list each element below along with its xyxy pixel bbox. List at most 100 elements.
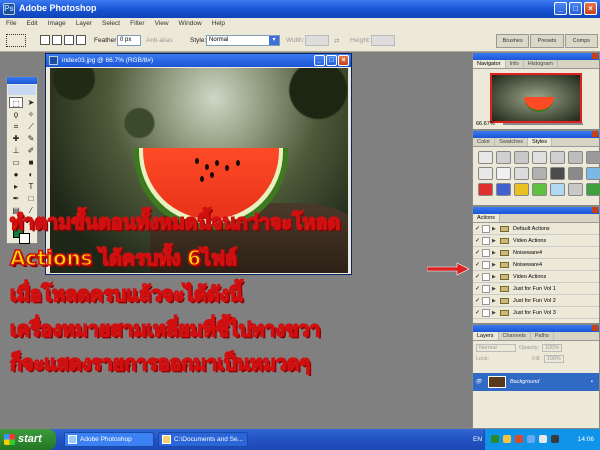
- style-swatch[interactable]: [568, 167, 583, 180]
- dialog-toggle-icon[interactable]: [482, 260, 490, 269]
- dialog-toggle-icon[interactable]: [482, 272, 490, 281]
- menu-select[interactable]: Select: [102, 18, 120, 30]
- navigator-preview[interactable]: [490, 73, 582, 123]
- adobe-online-icon[interactable]: [8, 85, 36, 95]
- action-set-row[interactable]: ✓ ▶ Video Actions: [473, 271, 599, 283]
- style-swatch[interactable]: [550, 167, 565, 180]
- style-swatch[interactable]: [514, 151, 529, 164]
- tab-navigator[interactable]: Navigator: [473, 60, 506, 68]
- shape-tool-icon[interactable]: □: [24, 193, 38, 204]
- marquee-preset-icon[interactable]: [6, 34, 26, 47]
- swap-icon[interactable]: ⇄: [334, 37, 339, 45]
- style-swatch[interactable]: [550, 151, 565, 164]
- layer-row-background[interactable]: 👁 Background ▪: [473, 373, 599, 391]
- action-set-row[interactable]: ✓ ▶ Noiseware4: [473, 247, 599, 259]
- tray-icon-volume[interactable]: [527, 435, 535, 443]
- action-set-row[interactable]: ✓ ▶ Just for Fun Vol 2: [473, 295, 599, 307]
- menu-window[interactable]: Window: [179, 18, 202, 30]
- style-swatch[interactable]: [568, 183, 583, 196]
- slice-tool-icon[interactable]: ⟋: [24, 121, 38, 132]
- feather-input[interactable]: 0 px: [117, 35, 141, 46]
- crop-tool-icon[interactable]: ⌗: [9, 121, 23, 132]
- doc-close-button[interactable]: ×: [338, 55, 349, 66]
- dodge-tool-icon[interactable]: ◐: [24, 169, 38, 180]
- tab-histogram[interactable]: Histogram: [524, 60, 558, 68]
- style-swatch[interactable]: [478, 167, 493, 180]
- gradient-tool-icon[interactable]: ■: [24, 157, 38, 168]
- expand-triangle-icon[interactable]: ▶: [492, 226, 500, 232]
- move-tool-icon[interactable]: ➤: [24, 97, 38, 108]
- close-icon[interactable]: [592, 207, 598, 213]
- new-selection-icon[interactable]: [40, 35, 50, 45]
- menu-filter[interactable]: Filter: [130, 18, 144, 30]
- expand-triangle-icon[interactable]: ▶: [492, 286, 500, 292]
- width-input[interactable]: [305, 35, 329, 46]
- check-icon[interactable]: ✓: [473, 285, 482, 292]
- clone-stamp-icon[interactable]: ⊥: [9, 145, 23, 156]
- check-icon[interactable]: ✓: [473, 273, 482, 280]
- navigator-panel-header[interactable]: [473, 53, 599, 60]
- style-swatch[interactable]: [496, 167, 511, 180]
- tray-icon-messenger[interactable]: [503, 435, 511, 443]
- style-swatch[interactable]: [532, 167, 547, 180]
- style-swatch[interactable]: [532, 183, 547, 196]
- action-set-row[interactable]: ✓ ▶ Default Actions: [473, 223, 599, 235]
- doc-minimize-button[interactable]: _: [314, 55, 325, 66]
- blend-mode-select[interactable]: Normal: [476, 344, 516, 352]
- dialog-toggle-icon[interactable]: [482, 284, 490, 293]
- maximize-button[interactable]: □: [569, 2, 582, 15]
- expand-triangle-icon[interactable]: ▶: [492, 298, 500, 304]
- style-swatch[interactable]: [532, 151, 547, 164]
- close-icon[interactable]: [592, 325, 598, 331]
- eraser-tool-icon[interactable]: ▭: [9, 157, 23, 168]
- check-icon[interactable]: ✓: [473, 237, 482, 244]
- opacity-input[interactable]: 100%: [542, 344, 563, 352]
- language-indicator[interactable]: EN: [473, 429, 482, 450]
- style-swatch[interactable]: [496, 183, 511, 196]
- action-set-row[interactable]: ✓ ▶ Video Actions: [473, 235, 599, 247]
- intersect-selection-icon[interactable]: [76, 35, 86, 45]
- check-icon[interactable]: ✓: [473, 225, 482, 232]
- style-swatch[interactable]: [586, 151, 600, 164]
- style-swatch[interactable]: [514, 167, 529, 180]
- doc-maximize-button[interactable]: □: [326, 55, 337, 66]
- well-tab-presets[interactable]: Presets: [530, 34, 564, 48]
- magic-wand-tool-icon[interactable]: ✧: [24, 109, 38, 120]
- check-icon[interactable]: ✓: [473, 249, 482, 256]
- subtract-selection-icon[interactable]: [64, 35, 74, 45]
- check-icon[interactable]: ✓: [473, 309, 482, 316]
- marquee-tool-icon[interactable]: ⬚: [9, 97, 23, 108]
- style-swatch[interactable]: [568, 151, 583, 164]
- expand-triangle-icon[interactable]: ▶: [492, 310, 500, 316]
- navigator-zoom-slider[interactable]: [503, 123, 583, 125]
- style-select[interactable]: Normal ▾: [206, 35, 280, 46]
- eye-icon[interactable]: 👁: [473, 379, 484, 385]
- menu-view[interactable]: View: [155, 18, 169, 30]
- menu-edit[interactable]: Edit: [26, 18, 37, 30]
- layers-panel-header[interactable]: [473, 325, 599, 332]
- menu-file[interactable]: File: [6, 18, 16, 30]
- tab-styles[interactable]: Styles: [528, 138, 552, 146]
- toolbox-header[interactable]: [7, 77, 37, 84]
- style-swatch[interactable]: [586, 183, 600, 196]
- style-swatch[interactable]: [496, 151, 511, 164]
- close-icon[interactable]: [592, 53, 598, 59]
- close-icon[interactable]: [592, 131, 598, 137]
- close-button[interactable]: ×: [584, 2, 597, 15]
- dialog-toggle-icon[interactable]: [482, 296, 490, 305]
- start-button[interactable]: start: [0, 429, 56, 450]
- lasso-tool-icon[interactable]: ϙ: [9, 109, 23, 120]
- fill-input[interactable]: 100%: [543, 355, 564, 363]
- tab-channels[interactable]: Channels: [499, 332, 531, 340]
- well-tab-comps[interactable]: Comps: [564, 34, 598, 48]
- dialog-toggle-icon[interactable]: [482, 308, 490, 317]
- task-photoshop[interactable]: Adobe Photoshop: [64, 432, 154, 447]
- tray-icon-usb[interactable]: [539, 435, 547, 443]
- tray-icon-antivirus[interactable]: [515, 435, 523, 443]
- navigator-zoom-value[interactable]: 66.67%: [476, 121, 495, 127]
- style-swatch[interactable]: [478, 183, 493, 196]
- menu-layer[interactable]: Layer: [76, 18, 92, 30]
- action-set-row[interactable]: ✓ ▶ Noiseware4: [473, 259, 599, 271]
- path-select-icon[interactable]: ▸: [9, 181, 23, 192]
- antialias-checkbox[interactable]: Anti-alias: [146, 37, 173, 44]
